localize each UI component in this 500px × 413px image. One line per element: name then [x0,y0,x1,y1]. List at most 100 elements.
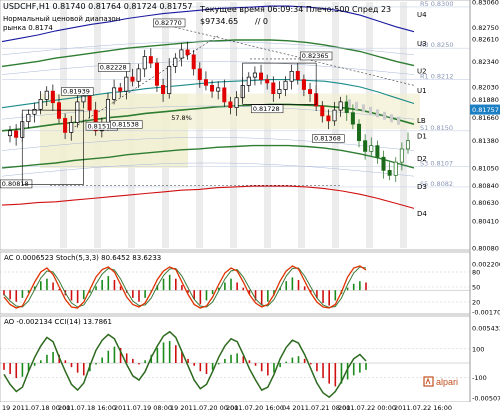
candle-body [350,112,355,125]
ao-scale-label: -100 [472,374,487,382]
candle-body [203,79,208,86]
ao-panel-frame [0,315,471,403]
projection-candle [397,116,400,125]
ac-scale-label: 20 [472,299,480,307]
candle-body [173,57,178,67]
indicator-name: Нормальный ценовой диапазон [3,15,120,23]
candle-body [112,87,117,100]
ac-scale-label: 0.002200 [472,261,500,269]
chart-window: R5 0.8300 R3 0.8250 R1 0.8212 S1 0.8150 S3 0… [0,0,500,413]
price-label: 0.82770 [155,19,182,27]
candle-body [14,130,19,138]
candle-body [69,122,74,133]
candle-body [381,156,386,171]
candle-body [148,56,153,64]
candle-body [216,87,221,92]
candle-body [179,49,184,59]
candle-body [259,72,264,80]
candle-body [252,72,257,78]
candle-body [161,85,166,94]
ao-cci-header: AO -0.002134 CCI(14) 13.7861 [4,318,112,326]
ao-scale-label: -0.005075 [472,395,500,403]
price-label: 0.80818 [2,180,29,188]
projection-candle [348,99,351,108]
band-label-u2: U2 [417,67,427,75]
price-label: 0.81728 [253,105,280,113]
account-balance: $9734.65 [200,17,238,26]
price-label: 0.82228 [100,64,127,72]
candle-body [387,170,392,176]
price-label: 57.8% [171,114,192,122]
price-label: 0.81939 [63,88,90,96]
fib-level-label: R5 0.8300 [420,0,453,8]
time-tick-label: 2011.07.20 16:00 [226,404,284,412]
candle-body [210,85,215,92]
candle-body [405,140,411,150]
price-tick-label: 0.81660 [472,114,499,122]
candle-body [234,97,239,109]
price-tick-label: 0.81050 [472,164,499,172]
candle-body [375,145,380,158]
candle-body [154,62,159,86]
band-label-u3: U3 [417,40,427,48]
candle-body [130,76,135,82]
time-axis: 19 2011.07.18 00:002011.07.18 16:002011.… [0,402,500,413]
ao-scale-label: 0.005433 [472,325,500,333]
candle-body [277,89,282,94]
price-label: 0.82365 [302,52,329,60]
price-tick-label: 0.82340 [472,58,499,66]
range-value: рынка 0.8174 [3,24,53,32]
candle-body [295,70,300,80]
price-tick-label: 0.81880 [472,96,499,104]
candle-body [308,89,313,94]
time-tick-label: 2011.07.18 16:00 [58,404,116,412]
candle-body [326,115,331,122]
price-tick-label: 0.82030 [472,84,499,92]
candle-body [191,54,196,70]
band-label-lb: LB [417,117,426,125]
projection-candle [383,111,386,120]
candle-body [228,101,233,109]
candle-body [332,109,337,122]
candle-body [271,82,276,94]
candle-body [63,118,68,133]
candle-body [320,105,325,117]
symbol-ohlc-header: USDCHF,H1 0.81740 0.81764 0.81724 0.8175… [3,2,192,11]
candle-body [393,161,398,176]
ac-scale-label: 50 [472,284,480,292]
price-tick-label: 0.82750 [472,24,499,32]
candle-body [338,101,343,111]
band-label-d3: D3 [417,183,427,191]
price-tick-label: 0.81380 [472,137,499,145]
candle-body [344,101,349,113]
time-tick-label: 2011.07.22 00:00 [338,404,396,412]
candle-body [7,130,13,137]
price-tick-label: 0.83060 [472,0,499,7]
current-price-label: 0.81757 [472,106,499,114]
candle-body [197,68,202,80]
candle-body [301,79,306,90]
candle-body [26,113,31,123]
band-label-d2: D2 [417,155,427,163]
band-label-d4: D4 [417,210,427,218]
projection-candle [390,114,393,123]
ac-scale-label: 80 [472,269,480,277]
price-tick-label: 0.80080 [472,245,499,253]
candle-body [289,70,294,82]
candle-body [44,90,49,100]
price-label: 0.81368 [314,135,341,143]
fib-level-label: S1 0.8150 [420,124,453,132]
candle-body [283,80,288,90]
current-time-info: Текущее время 06:09:34 Плечо:500 Спред 2… [199,5,391,14]
svg-text:alpari: alpari [436,377,458,387]
candle-body [118,87,123,92]
band-label-u4: U4 [417,11,427,19]
candle-body [124,76,129,92]
candle-body [185,49,190,56]
ac-stoch-header: AC 0.0006523 Stoch(5,3,3) 80.6452 83.623… [4,254,161,262]
projection-candle [362,104,365,113]
projection-candle [369,106,372,115]
price-tick-label: 0.80630 [472,199,499,207]
candle-body [265,79,270,84]
candle-body [363,140,368,152]
